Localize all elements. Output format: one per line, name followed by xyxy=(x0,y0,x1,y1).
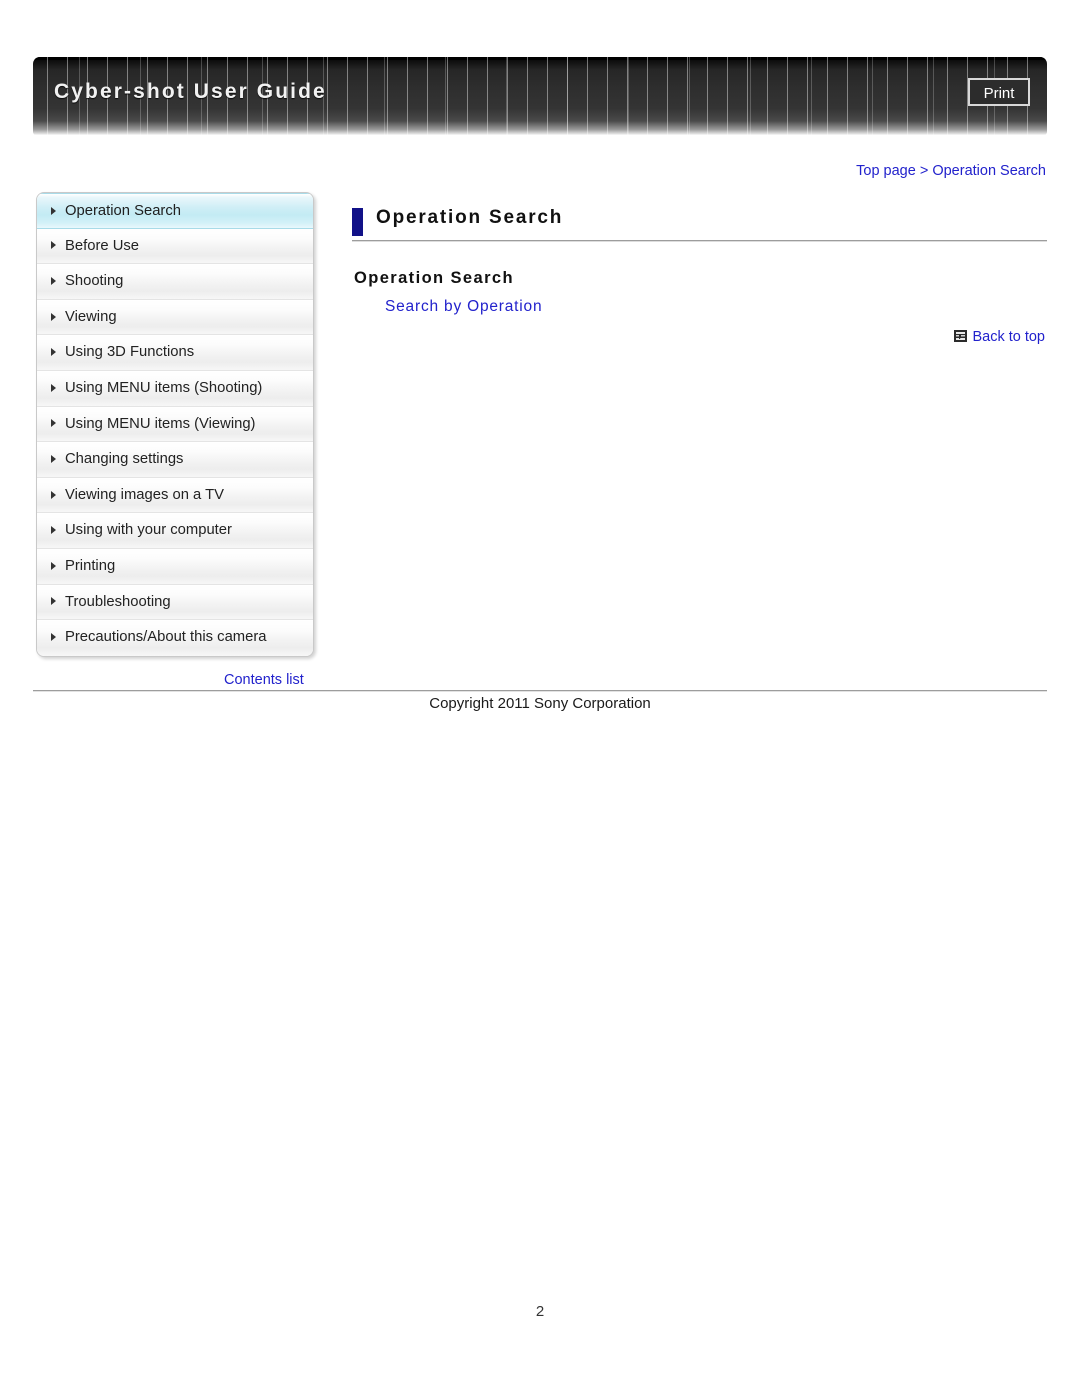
sidebar-item-label: Using with your computer xyxy=(65,522,232,539)
sidebar-item-using-menu-items-shooting[interactable]: Using MENU items (Shooting) xyxy=(37,370,313,407)
sidebar-item-label: Viewing xyxy=(65,308,117,325)
chevron-right-icon xyxy=(51,348,56,357)
sidebar-item-using-with-your-computer[interactable]: Using with your computer xyxy=(37,513,313,549)
section-heading: Operation Search xyxy=(354,269,514,287)
sidebar-item-shooting[interactable]: Shooting xyxy=(37,264,313,300)
sidebar-item-troubleshooting[interactable]: Troubleshooting xyxy=(37,584,313,621)
page-title: Operation Search xyxy=(376,207,564,228)
breadcrumb-separator: > xyxy=(919,163,929,179)
chevron-right-icon xyxy=(51,632,56,641)
sidebar-item-printing[interactable]: Printing xyxy=(37,548,313,585)
sidebar-item-label: Before Use xyxy=(65,237,140,254)
sidebar-item-label: Precautions/About this camera xyxy=(65,629,267,646)
header-banner: Cyber-shot User Guide Print xyxy=(33,57,1047,135)
sidebar-item-before-use[interactable]: Before Use xyxy=(37,228,313,265)
chevron-right-icon xyxy=(51,454,56,463)
sidebar-item-label: Shooting xyxy=(65,273,124,290)
sidebar-item-using-3d-functions[interactable]: Using 3D Functions xyxy=(37,335,313,371)
chevron-right-icon xyxy=(51,526,56,535)
sidebar-item-using-menu-items-viewing[interactable]: Using MENU items (Viewing) xyxy=(37,406,313,443)
sidebar-item-label: Using MENU items (Shooting) xyxy=(65,379,263,396)
sidebar-item-label: Using 3D Functions xyxy=(65,344,195,361)
header-top-rule xyxy=(33,57,1047,60)
sidebar-item-viewing-images-on-a-tv[interactable]: Viewing images on a TV xyxy=(37,477,313,514)
chevron-right-icon xyxy=(51,383,56,392)
sidebar-item-precautions-about-this-camera[interactable]: Precautions/About this camera xyxy=(37,620,313,656)
sidebar-item-operation-search[interactable]: Operation Search xyxy=(37,193,313,229)
chevron-right-icon xyxy=(51,312,56,321)
contents-list-link[interactable]: Contents list xyxy=(224,672,304,688)
document-page: Cyber-shot User Guide Print Top page > O… xyxy=(0,0,1080,1397)
sidebar-item-changing-settings[interactable]: Changing settings xyxy=(37,442,313,478)
footer-divider xyxy=(33,690,1047,692)
back-to-top-label: Back to top xyxy=(972,329,1045,345)
chevron-right-icon xyxy=(51,241,56,250)
chevron-right-icon xyxy=(51,276,56,285)
print-button[interactable]: Print xyxy=(968,78,1030,106)
chevron-right-icon xyxy=(51,561,56,570)
chevron-right-icon xyxy=(51,597,56,606)
sidebar-item-label: Changing settings xyxy=(65,451,184,468)
copyright-notice: Copyright 2011 Sony Corporation xyxy=(429,695,651,712)
sidebar-item-label: Operation Search xyxy=(65,203,181,219)
page-number: 2 xyxy=(535,1303,545,1320)
back-to-top-link[interactable]: Back to top xyxy=(954,329,1045,345)
sidebar-navigation: Operation Search Before Use Shooting Vie… xyxy=(36,192,314,657)
sidebar-item-label: Viewing images on a TV xyxy=(65,486,225,503)
chevron-right-icon xyxy=(51,206,56,215)
page-title-row: Operation Search xyxy=(352,207,1047,242)
title-divider xyxy=(352,240,1047,242)
sidebar-item-label: Using MENU items (Viewing) xyxy=(65,415,256,432)
back-to-top-icon xyxy=(954,330,968,343)
breadcrumb: Top page > Operation Search xyxy=(856,163,1046,179)
breadcrumb-top-page-link[interactable]: Top page xyxy=(856,163,916,179)
sidebar-item-label: Printing xyxy=(65,557,116,574)
chevron-right-icon xyxy=(51,419,56,428)
search-by-operation-link[interactable]: Search by Operation xyxy=(385,298,542,316)
app-title: Cyber-shot User Guide xyxy=(54,80,327,103)
title-marker-bar xyxy=(352,208,363,236)
sidebar-item-viewing[interactable]: Viewing xyxy=(37,299,313,336)
chevron-right-icon xyxy=(51,490,56,499)
breadcrumb-current-page[interactable]: Operation Search xyxy=(932,163,1046,179)
main-content: Operation Search Operation Search Search… xyxy=(352,207,1047,345)
sidebar-item-label: Troubleshooting xyxy=(65,593,171,610)
